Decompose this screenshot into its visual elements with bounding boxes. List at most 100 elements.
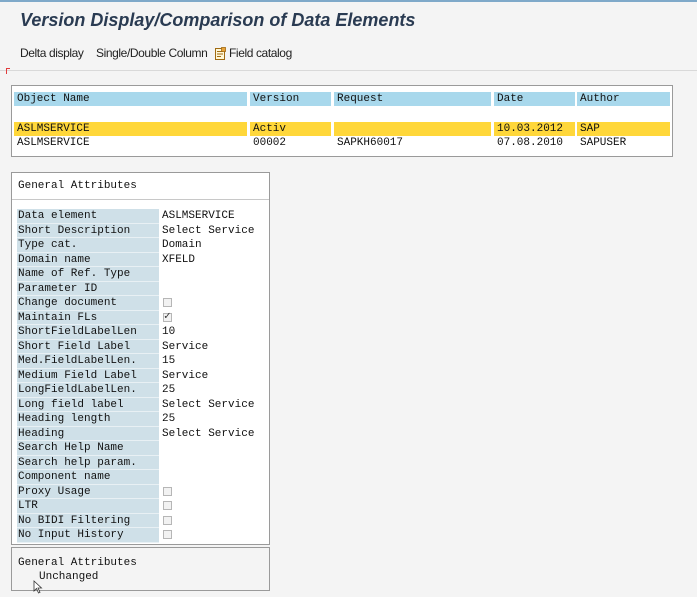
attribute-row: Search Help Name [17,441,269,456]
field-catalog-button[interactable]: Field catalog [229,46,292,60]
attribute-checkbox-cell [162,485,269,500]
attribute-label: Change document [17,296,159,311]
attribute-value [162,456,269,471]
attribute-row: Medium Field Label Service [17,368,269,383]
attribute-label: Short Description [17,223,159,238]
attribute-label: Name of Ref. Type [17,267,159,282]
attribute-value: ASLMSERVICE [162,210,235,222]
column-header-object-name[interactable]: Object Name [14,92,247,106]
mouse-cursor-icon [33,580,43,594]
attribute-label: LongFieldLabelLen. [17,383,159,398]
checkbox[interactable] [163,515,172,525]
attribute-label: LTR [17,499,159,514]
attribute-value: 25 [162,413,176,425]
column-header-author[interactable]: Author [577,92,670,106]
attribute-label: Medium Field Label [17,368,159,383]
checkbox[interactable] [163,486,172,496]
attribute-value: 10 [162,326,176,338]
cell-object-name: ASLMSERVICE [14,122,247,136]
attribute-value: Select Service [162,224,255,237]
general-attributes-panel: General Attributes Data element ASLMSERVI… [11,172,270,545]
attribute-label: Data element [17,209,159,224]
attribute-row: Type cat. Domain [17,238,269,253]
attribute-value: Service [162,340,209,353]
checked-checkbox[interactable]: ✓ [163,310,172,323]
application-toolbar: Delta display Single/Double Column Field… [0,40,697,71]
attribute-label: No Input History [17,528,159,543]
cell-author: SAP [577,122,670,136]
attribute-value: Service [162,369,209,382]
attribute-value [162,470,269,485]
attribute-row: Heading Select Service [17,426,269,441]
attribute-row: Maintain FLs ✓ [17,310,269,325]
panel-heading: General Attributes [18,180,137,192]
attribute-label: Proxy Usage [17,484,159,499]
attribute-label: Heading [17,426,159,441]
attribute-value: XFELD [162,253,196,266]
checkbox[interactable] [163,298,172,307]
cell-object-name: ASLMSERVICE [17,137,90,149]
single-double-column-button[interactable]: Single/Double Column [96,46,208,60]
cell-request [334,122,491,136]
attribute-label: Heading length [17,412,159,427]
cell-version: Activ [250,122,331,136]
attribute-value: 25 [162,384,176,396]
attribute-row: Search help param. [17,455,269,471]
status-panel: General Attributes Unchanged [11,547,270,591]
attribute-checkbox-cell [162,499,269,514]
attribute-label: No BIDI Filtering [17,513,159,528]
attribute-label: Maintain FLs [17,310,159,325]
column-header-date[interactable]: Date [494,92,575,106]
attribute-value [162,282,269,297]
attribute-row: Component name [17,470,269,485]
column-header-request[interactable]: Request [334,92,491,106]
attribute-row: Change document [17,296,269,311]
attribute-row: Med.FieldLabelLen. 15 [17,354,269,369]
status-heading: General Attributes [18,557,137,569]
checkmark-icon: ✓ [164,310,171,323]
attribute-value: Select Service [162,398,255,411]
attribute-row: Name of Ref. Type [17,267,269,282]
cell-date: 10.03.2012 [494,122,575,136]
attribute-row: Parameter ID [17,281,269,297]
version-table: Object Name Version Request Date Author … [11,85,673,157]
status-value: Unchanged [39,571,99,583]
column-header-version[interactable]: Version [250,92,331,106]
attribute-checkbox-cell [162,296,269,311]
field-catalog-icon[interactable] [214,47,226,60]
attribute-row: Short Field Label Service [17,339,269,354]
attribute-value [162,441,269,456]
attribute-row: Heading length 25 [17,412,269,427]
attribute-row: Short Description Select Service [17,223,269,238]
attribute-label: Parameter ID [17,281,159,296]
checkbox[interactable] [163,530,172,539]
attribute-checkbox-cell [162,514,269,529]
attribute-row: LongFieldLabelLen. 25 [17,383,269,398]
attribute-value [162,267,269,282]
attribute-row: LTR [17,499,269,514]
attribute-row: Proxy Usage [17,484,269,500]
delta-display-button[interactable]: Delta display [20,46,84,60]
attribute-label: Search help param. [17,455,159,470]
checkbox[interactable] [163,501,172,510]
attribute-row: ShortFieldLabelLen 10 [17,325,269,340]
attribute-value: 15 [162,355,176,367]
attribute-label: Search Help Name [17,441,159,456]
cell-request: SAPKH60017 [337,137,404,149]
attribute-row: Domain name XFELD [17,252,269,267]
cell-date: 07.08.2010 [497,137,564,149]
focus-marker [6,68,10,74]
cell-version: 00002 [253,137,287,149]
attribute-row: No BIDI Filtering [17,513,269,529]
attribute-row: Long field label Select Service [17,397,269,412]
attribute-label: Long field label [17,397,159,412]
attribute-label: Type cat. [17,238,159,253]
cell-author: SAPUSER [580,137,627,149]
attribute-label: Med.FieldLabelLen. [17,354,159,369]
attribute-value: Domain [162,239,202,251]
attribute-checkbox-cell [162,528,269,543]
top-border [0,0,697,2]
attribute-label: Component name [17,470,159,485]
divider [12,199,269,200]
attribute-value: Select Service [162,427,255,440]
